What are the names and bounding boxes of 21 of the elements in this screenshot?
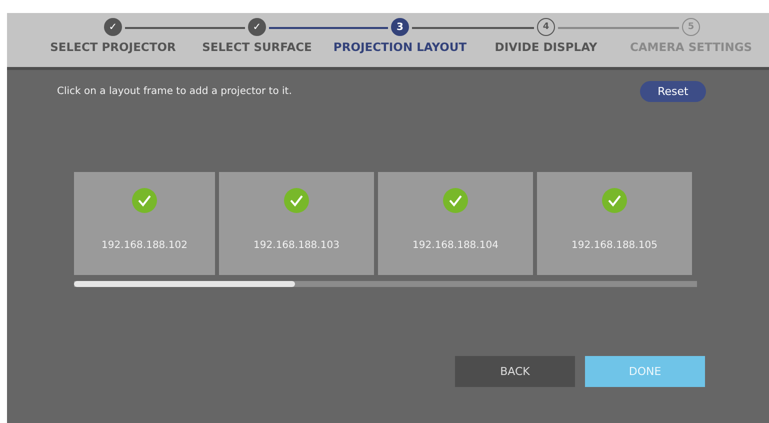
step-number: 4 bbox=[537, 18, 555, 36]
reset-button[interactable]: Reset bbox=[640, 81, 706, 102]
back-button[interactable]: BACK bbox=[455, 356, 575, 387]
ip-address: 192.168.188.103 bbox=[254, 240, 340, 251]
layout-frame[interactable]: 192.168.188.102 bbox=[74, 172, 215, 275]
instruction-text: Click on a layout frame to add a projector to it. bbox=[57, 86, 292, 97]
layout-frame[interactable]: 192.168.188.105 bbox=[537, 172, 692, 275]
ip-address: 192.168.188.102 bbox=[102, 240, 188, 251]
ip-address: 192.168.188.105 bbox=[572, 240, 658, 251]
step-label[interactable]: DIVIDE DISPLAY bbox=[494, 40, 598, 54]
step-number: 3 bbox=[391, 18, 409, 36]
step-check-icon: ✓ bbox=[104, 18, 122, 36]
step-number: 5 bbox=[682, 18, 700, 36]
step-label[interactable]: SELECT SURFACE bbox=[202, 40, 312, 54]
layout-frame[interactable]: 192.168.188.103 bbox=[219, 172, 374, 275]
step-label[interactable]: SELECT PROJECTOR bbox=[50, 40, 176, 54]
step-check-icon: ✓ bbox=[248, 18, 266, 36]
step-label[interactable]: PROJECTION LAYOUT bbox=[333, 40, 467, 54]
ip-address: 192.168.188.104 bbox=[412, 240, 498, 251]
layout-frame[interactable]: 192.168.188.104 bbox=[378, 172, 533, 275]
scrollbar-thumb[interactable] bbox=[74, 281, 295, 287]
